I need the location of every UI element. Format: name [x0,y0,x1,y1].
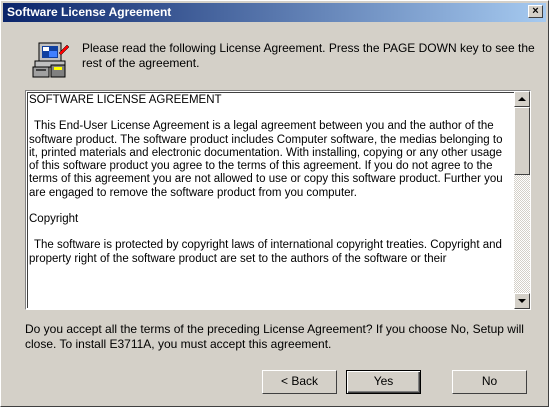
setup-computer-icon [32,42,70,78]
license-dialog: Software License Agreement × Please read… [0,0,549,407]
license-textbox[interactable]: SOFTWARE LICENSE AGREEMENT This End-User… [25,90,531,310]
accept-question-text: Do you accept all the terms of the prece… [25,322,524,351]
vertical-scrollbar[interactable] [514,91,530,309]
scroll-thumb[interactable] [514,107,530,175]
no-button[interactable]: No [452,370,527,394]
yes-button[interactable]: Yes [346,370,421,394]
close-icon: × [532,5,539,17]
scroll-down-button[interactable] [514,293,530,309]
scroll-up-button[interactable] [514,91,530,107]
close-button[interactable]: × [528,5,543,18]
back-button[interactable]: < Back [262,370,337,394]
license-paragraph: This End-User License Agreement is a leg… [29,120,503,199]
copyright-heading: Copyright [29,213,79,226]
license-paragraph: The software is protected by copyright l… [29,239,502,265]
license-heading: SOFTWARE LICENSE AGREEMENT [29,94,222,106]
title-bar[interactable]: Software License Agreement × [3,3,546,22]
license-text: SOFTWARE LICENSE AGREEMENT This End-User… [29,94,509,306]
scroll-up-arrow-icon [518,97,526,101]
window-title: Software License Agreement [7,5,172,19]
scroll-down-arrow-icon [518,299,526,303]
instructions-text: Please read the following License Agreem… [82,41,535,70]
